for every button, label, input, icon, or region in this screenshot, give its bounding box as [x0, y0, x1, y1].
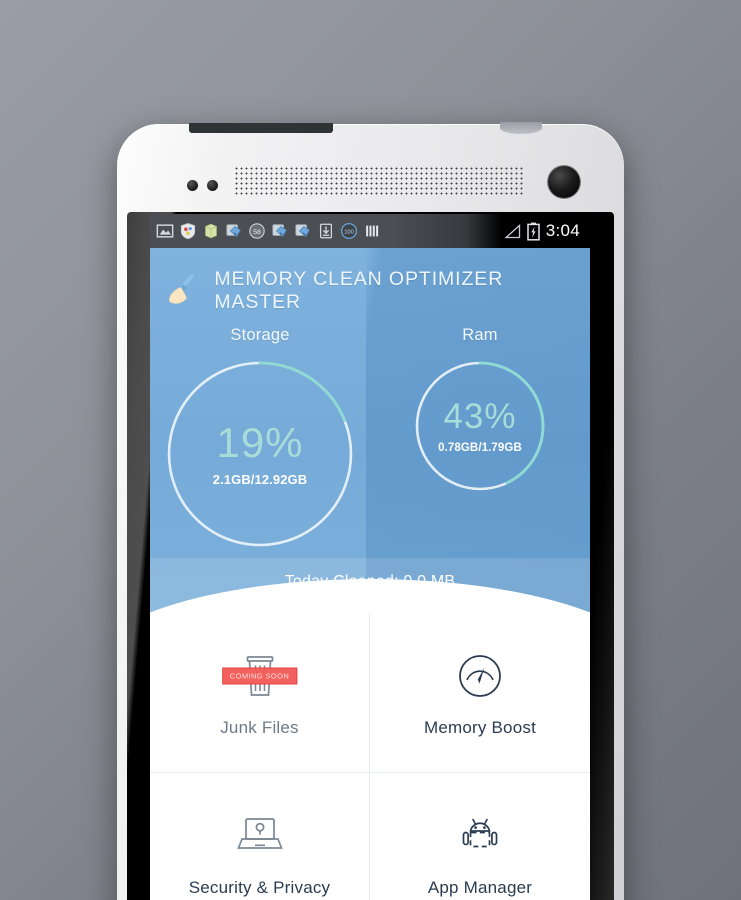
package-install-icon — [205, 223, 217, 239]
security-privacy-label: Security & Privacy — [188, 878, 331, 897]
signal-triangle-icon — [503, 223, 520, 238]
screenshot-icon — [156, 224, 174, 238]
memory-boost-label: Memory Boost — [424, 717, 536, 737]
storage-percent: 19% — [216, 418, 304, 466]
security-privacy-icon-wrap — [235, 808, 285, 864]
shoulder-notch — [500, 122, 542, 134]
memory-boost-icon-wrap — [456, 648, 504, 704]
phone-device: 58 100 3:04 MEMORY CLEAN OPTIMIZER MASTE… — [117, 122, 624, 900]
ram-gauge-readout: 43% 0.78GB/1.79GB — [413, 359, 547, 493]
app-brand: MEMORY CLEAN OPTIMIZER MASTER — [150, 248, 590, 314]
download-arrow-icon — [319, 223, 333, 239]
battery-charging-icon — [526, 222, 540, 241]
junk-files-icon-wrap: COMING SOON — [221, 648, 298, 704]
front-camera-icon — [548, 166, 580, 198]
svg-text:58: 58 — [253, 229, 261, 236]
coming-soon-badge: COMING SOON — [221, 667, 298, 684]
app-title: MEMORY CLEAN OPTIMIZER MASTER — [214, 268, 504, 313]
ram-percent: 43% — [443, 396, 517, 436]
ram-gauge-label: Ram — [462, 326, 498, 344]
ram-gauge[interactable]: Ram 43% 0.78GB/1.79GB — [370, 326, 590, 549]
speedometer-icon — [459, 654, 501, 697]
download-manager-icon-3 — [295, 224, 310, 238]
storage-detail: 2.1GB/12.92GB — [212, 471, 308, 487]
ram-gauge-ring: 43% 0.78GB/1.79GB — [413, 359, 547, 493]
storage-gauge-label: Storage — [230, 326, 290, 344]
equalizer-bars-icon — [366, 225, 379, 237]
tile-junk-files[interactable]: COMING SOON Junk Files — [150, 613, 370, 773]
earpiece-grille-icon — [234, 166, 524, 196]
antenna-slot — [189, 123, 333, 133]
android-robot-icon — [462, 818, 498, 848]
download-manager-icon — [226, 224, 241, 238]
status-bar-notification-icons: 58 100 — [156, 222, 504, 240]
shield-antivirus-icon — [180, 222, 196, 240]
laptop-lock-icon — [236, 818, 283, 849]
storage-gauge-ring: 19% 2.1GB/12.92GB — [165, 359, 355, 549]
feature-tile-grid: COMING SOON Junk Files Memory Boost Secu… — [150, 613, 590, 900]
android-status-bar: 58 100 3:04 — [150, 214, 590, 248]
download-manager-icon-2 — [272, 224, 287, 238]
storage-gauge-readout: 19% 2.1GB/12.92GB — [165, 359, 355, 549]
tile-memory-boost[interactable]: Memory Boost — [370, 613, 590, 773]
today-cleaned-row: Today Cleaned: 0.0 MB — [150, 573, 590, 591]
counter-100-icon: 100 — [340, 222, 358, 240]
status-bar-clock: 3:04 — [545, 221, 580, 240]
counter-58-icon: 58 — [249, 223, 265, 239]
tile-security-privacy[interactable]: Security & Privacy — [150, 773, 370, 900]
junk-files-label: Junk Files — [220, 717, 299, 737]
dashboard-header: MEMORY CLEAN OPTIMIZER MASTER Storage 19… — [150, 248, 590, 613]
ram-detail: 0.78GB/1.79GB — [438, 441, 522, 454]
app-manager-icon-wrap — [456, 808, 504, 864]
light-sensor-icon — [207, 180, 218, 191]
usage-gauges: Storage 19% 2.1GB/12.92GB Ram 43% 0.78GB… — [150, 326, 590, 549]
phone-screen: 58 100 3:04 MEMORY CLEAN OPTIMIZER MASTE… — [150, 214, 590, 900]
svg-text:100: 100 — [344, 230, 354, 236]
app-manager-label: App Manager — [427, 878, 533, 897]
today-cleaned-text: Today Cleaned: 0.0 MB — [284, 573, 456, 590]
proximity-sensor-icon — [187, 180, 198, 191]
storage-gauge[interactable]: Storage 19% 2.1GB/12.92GB — [150, 326, 370, 549]
status-bar-system-icons: 3:04 — [503, 221, 580, 241]
tile-app-manager[interactable]: App Manager — [370, 773, 590, 900]
broom-icon — [169, 274, 194, 304]
